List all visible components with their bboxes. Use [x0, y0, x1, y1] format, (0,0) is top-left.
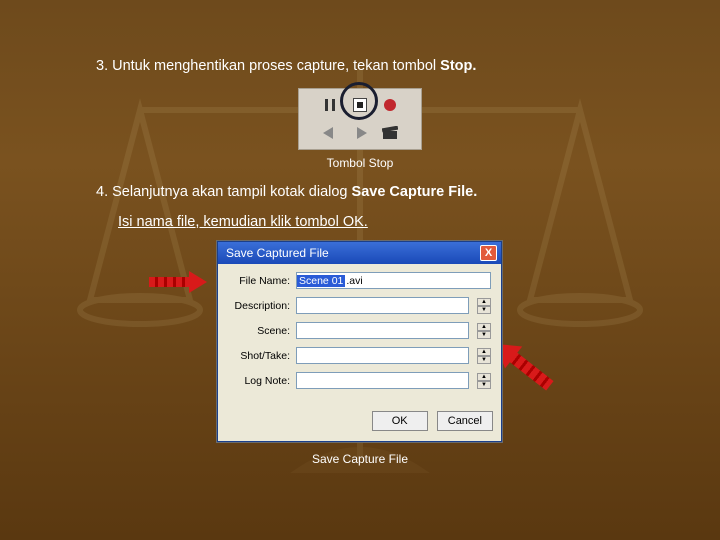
step4-line2-text: Isi nama file, kemudian klik tombol OK. [118, 214, 368, 230]
next-icon [350, 123, 370, 143]
lognote-field[interactable] [296, 372, 469, 389]
description-field[interactable] [296, 297, 469, 314]
save-captured-file-dialog: Save Captured File X File Name: Scene 01… [217, 241, 502, 442]
step3-bold: Stop. [440, 58, 476, 74]
dialog-figure: Save Captured File X File Name: Scene 01… [195, 241, 525, 442]
close-icon[interactable]: X [480, 245, 497, 261]
scene-label: Scene: [228, 325, 290, 337]
step4-line1: 4. Selanjutnya akan tampil kotak dialog … [96, 182, 624, 204]
record-icon [380, 95, 400, 115]
dialog-titlebar: Save Captured File X [218, 242, 501, 264]
slide-content: 3. Untuk menghentikan proses capture, te… [0, 0, 720, 466]
filename-label: File Name: [228, 275, 290, 287]
step4-prefix: 4. Selanjutnya akan tampil kotak dialog [96, 184, 352, 200]
pause-icon [320, 95, 340, 115]
figure2-caption: Save Capture File [96, 452, 624, 466]
filename-ext: .avi [345, 275, 362, 287]
dialog-title: Save Captured File [226, 246, 329, 260]
step3-text: 3. Untuk menghentikan proses capture, te… [96, 56, 624, 78]
step3-prefix: 3. Untuk menghentikan proses capture, te… [96, 58, 440, 74]
ok-button[interactable]: OK [372, 411, 428, 431]
stop-toolbar-figure [298, 88, 422, 150]
shot-label: Shot/Take: [228, 350, 290, 362]
cancel-button[interactable]: Cancel [437, 411, 493, 431]
shot-spinner[interactable]: ▲▼ [477, 348, 491, 364]
scene-field[interactable] [296, 322, 469, 339]
step4-line2: Isi nama file, kemudian klik tombol OK. [96, 212, 624, 234]
figure1-caption: Tombol Stop [96, 156, 624, 170]
clapper-icon [380, 123, 400, 143]
prev-icon [320, 123, 340, 143]
arrow-to-filename [149, 273, 209, 291]
scene-spinner[interactable]: ▲▼ [477, 323, 491, 339]
description-spinner[interactable]: ▲▼ [477, 298, 491, 314]
step4-bold: Save Capture File. [352, 184, 478, 200]
shot-field[interactable] [296, 347, 469, 364]
description-label: Description: [228, 300, 290, 312]
filename-selected[interactable]: Scene 01 [297, 275, 345, 287]
lognote-spinner[interactable]: ▲▼ [477, 373, 491, 389]
lognote-label: Log Note: [228, 375, 290, 387]
